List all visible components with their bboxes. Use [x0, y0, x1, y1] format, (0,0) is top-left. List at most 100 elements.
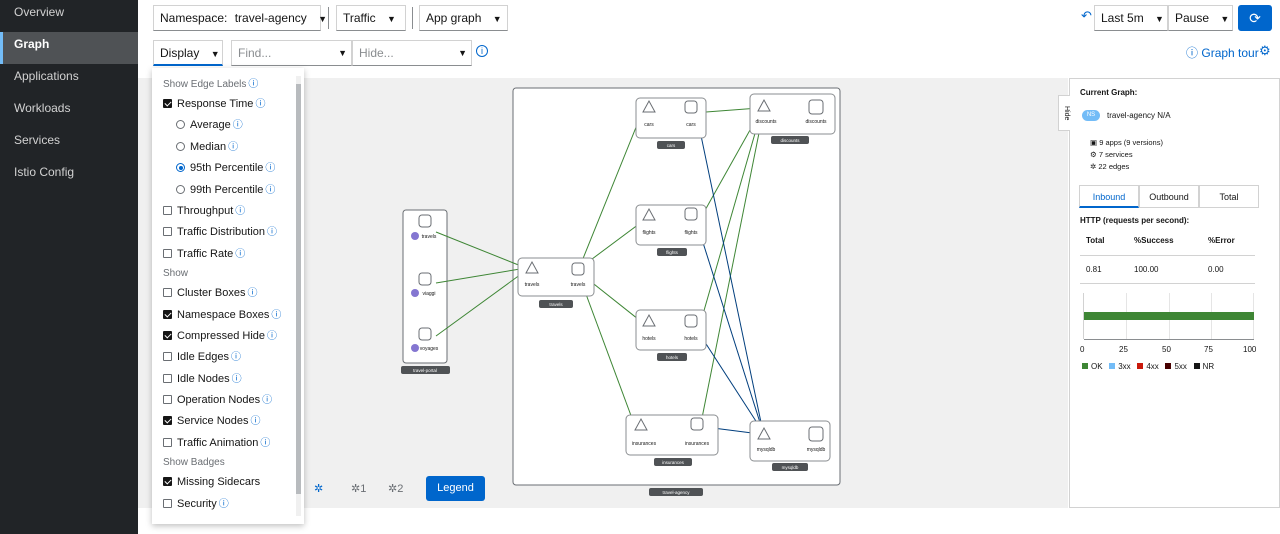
option-label: 95th Percentile: [190, 162, 264, 175]
divider: [1080, 255, 1255, 256]
checkbox[interactable]: [163, 288, 172, 298]
caret-down-icon: ▼: [1220, 14, 1230, 24]
option-traffic-animation[interactable]: Traffic Animation ⓘ: [152, 433, 304, 454]
option-compressed-hide[interactable]: Compressed Hide ⓘ: [152, 326, 304, 347]
checkbox[interactable]: [163, 352, 172, 362]
checkbox[interactable]: [163, 99, 172, 108]
scroll-thumb[interactable]: [296, 84, 301, 494]
hide-panel-tab[interactable]: Hide: [1058, 95, 1070, 131]
tab-label: Total: [1219, 192, 1239, 202]
info-icon[interactable]: ⓘ: [232, 374, 242, 385]
checkbox[interactable]: [163, 395, 172, 405]
traffic-dropdown[interactable]: Traffic ▼: [336, 5, 406, 31]
checkbox[interactable]: [163, 373, 172, 383]
find-help-icon[interactable]: i: [476, 45, 488, 57]
nav-label: Istio Config: [14, 165, 75, 179]
chevron-down-icon[interactable]: ▼: [338, 41, 347, 65]
refresh-interval-dropdown[interactable]: Pause ▼: [1168, 5, 1233, 31]
option-namespace-boxes[interactable]: Namespace Boxes ⓘ: [152, 305, 304, 326]
hide-label: Hide: [1063, 105, 1070, 121]
ok-bar: [1084, 312, 1254, 320]
radio[interactable]: [176, 120, 185, 130]
option-security[interactable]: Security ⓘ: [152, 494, 304, 515]
info-icon[interactable]: ⓘ: [235, 206, 245, 217]
option-average[interactable]: Average ⓘ: [152, 115, 304, 136]
nav-item-graph[interactable]: Graph: [0, 32, 138, 64]
nav-item-workloads[interactable]: Workloads: [0, 96, 138, 128]
info-icon[interactable]: ⓘ: [231, 352, 241, 363]
info-icon[interactable]: ⓘ: [265, 163, 275, 174]
display-dropdown[interactable]: Display ▼: [153, 40, 223, 66]
find-input[interactable]: Find... ▼: [231, 40, 352, 66]
checkbox[interactable]: [163, 248, 172, 258]
time-range-dropdown[interactable]: Last 5m ▼: [1094, 5, 1168, 31]
radio[interactable]: [176, 163, 185, 173]
menu-scrollbar[interactable]: [296, 76, 301, 516]
chevron-down-icon[interactable]: ▼: [458, 41, 467, 65]
option-traffic-distribution[interactable]: Traffic Distribution ⓘ: [152, 222, 304, 243]
option-throughput[interactable]: Throughput ⓘ: [152, 201, 304, 222]
tab-outbound[interactable]: Outbound: [1139, 185, 1199, 208]
info-icon[interactable]: ⓘ: [247, 288, 257, 299]
history-icon[interactable]: ↶: [1081, 8, 1092, 24]
info-icon[interactable]: ⓘ: [248, 79, 258, 90]
checkbox[interactable]: [163, 416, 172, 426]
option-label: Throughput: [177, 204, 234, 217]
tab-total[interactable]: Total: [1199, 185, 1259, 208]
checkbox[interactable]: [163, 309, 172, 319]
graph-layout-1[interactable]: ✲1: [351, 482, 366, 495]
option-median[interactable]: Median ⓘ: [152, 137, 304, 158]
graph-settings-icon[interactable]: ⚙: [1259, 43, 1271, 59]
option-idle-edges[interactable]: Idle Edges ⓘ: [152, 347, 304, 368]
radio[interactable]: [176, 141, 185, 151]
x-axis-ticks: 0 25 50 75 100: [1080, 345, 1260, 355]
refresh-button[interactable]: ⟳: [1238, 5, 1272, 31]
nav-item-applications[interactable]: Applications: [0, 64, 138, 96]
option-missing-sidecars[interactable]: Missing Sidecars: [152, 472, 304, 493]
graph-layout-default[interactable]: ✲: [314, 482, 323, 495]
namespace-dropdown[interactable]: Namespace: travel-agency ▼: [153, 5, 327, 31]
option-99th-percentile[interactable]: 99th Percentile ⓘ: [152, 180, 304, 201]
checkbox[interactable]: [163, 498, 172, 508]
tab-inbound[interactable]: Inbound: [1079, 185, 1139, 208]
radio[interactable]: [176, 184, 185, 194]
checkbox[interactable]: [163, 477, 172, 487]
info-icon[interactable]: ⓘ: [260, 438, 270, 449]
graph-layout-2[interactable]: ✲2: [388, 482, 403, 495]
option-response-time[interactable]: Response Time ⓘ: [152, 94, 304, 115]
info-icon[interactable]: ⓘ: [267, 331, 277, 342]
checkbox[interactable]: [163, 330, 172, 340]
section-title: Show: [163, 268, 189, 280]
info-icon[interactable]: ⓘ: [219, 499, 229, 510]
option-traffic-rate[interactable]: Traffic Rate ⓘ: [152, 244, 304, 265]
checkbox[interactable]: [163, 227, 172, 237]
nav-item-overview[interactable]: Overview: [0, 0, 138, 32]
graph-tour-link[interactable]: ⓘ Graph tour: [1186, 44, 1259, 61]
nav-item-services[interactable]: Services: [0, 128, 138, 160]
info-icon[interactable]: ⓘ: [228, 142, 238, 153]
option-95th-percentile[interactable]: 95th Percentile ⓘ: [152, 158, 304, 179]
checkbox[interactable]: [163, 437, 172, 447]
checkbox[interactable]: [163, 205, 172, 215]
graph-counts: ▣ 9 apps (9 versions) ⚙ 7 services ✲ 22 …: [1090, 137, 1163, 173]
nav-item-istio-config[interactable]: Istio Config: [0, 160, 138, 192]
app-badge-label: flights: [666, 250, 679, 255]
hide-input[interactable]: Hide... ▼: [352, 40, 472, 66]
missing-sidecar-icon: [411, 289, 419, 297]
legend-button[interactable]: Legend: [426, 476, 485, 501]
info-icon[interactable]: ⓘ: [262, 395, 272, 406]
workload-node-discounts: [808, 99, 824, 115]
app-box-discounts: [749, 93, 836, 135]
info-icon[interactable]: ⓘ: [271, 310, 281, 321]
graph-type-dropdown[interactable]: App graph ▼: [419, 5, 508, 31]
info-icon[interactable]: ⓘ: [251, 416, 261, 427]
option-cluster-boxes[interactable]: Cluster Boxes ⓘ: [152, 283, 304, 304]
info-icon[interactable]: ⓘ: [267, 227, 277, 238]
info-icon[interactable]: ⓘ: [233, 120, 243, 131]
option-idle-nodes[interactable]: Idle Nodes ⓘ: [152, 369, 304, 390]
option-service-nodes[interactable]: Service Nodes ⓘ: [152, 411, 304, 432]
info-icon[interactable]: ⓘ: [265, 185, 275, 196]
option-operation-nodes[interactable]: Operation Nodes ⓘ: [152, 390, 304, 411]
info-icon[interactable]: ⓘ: [235, 249, 245, 260]
info-icon[interactable]: ⓘ: [255, 99, 265, 110]
